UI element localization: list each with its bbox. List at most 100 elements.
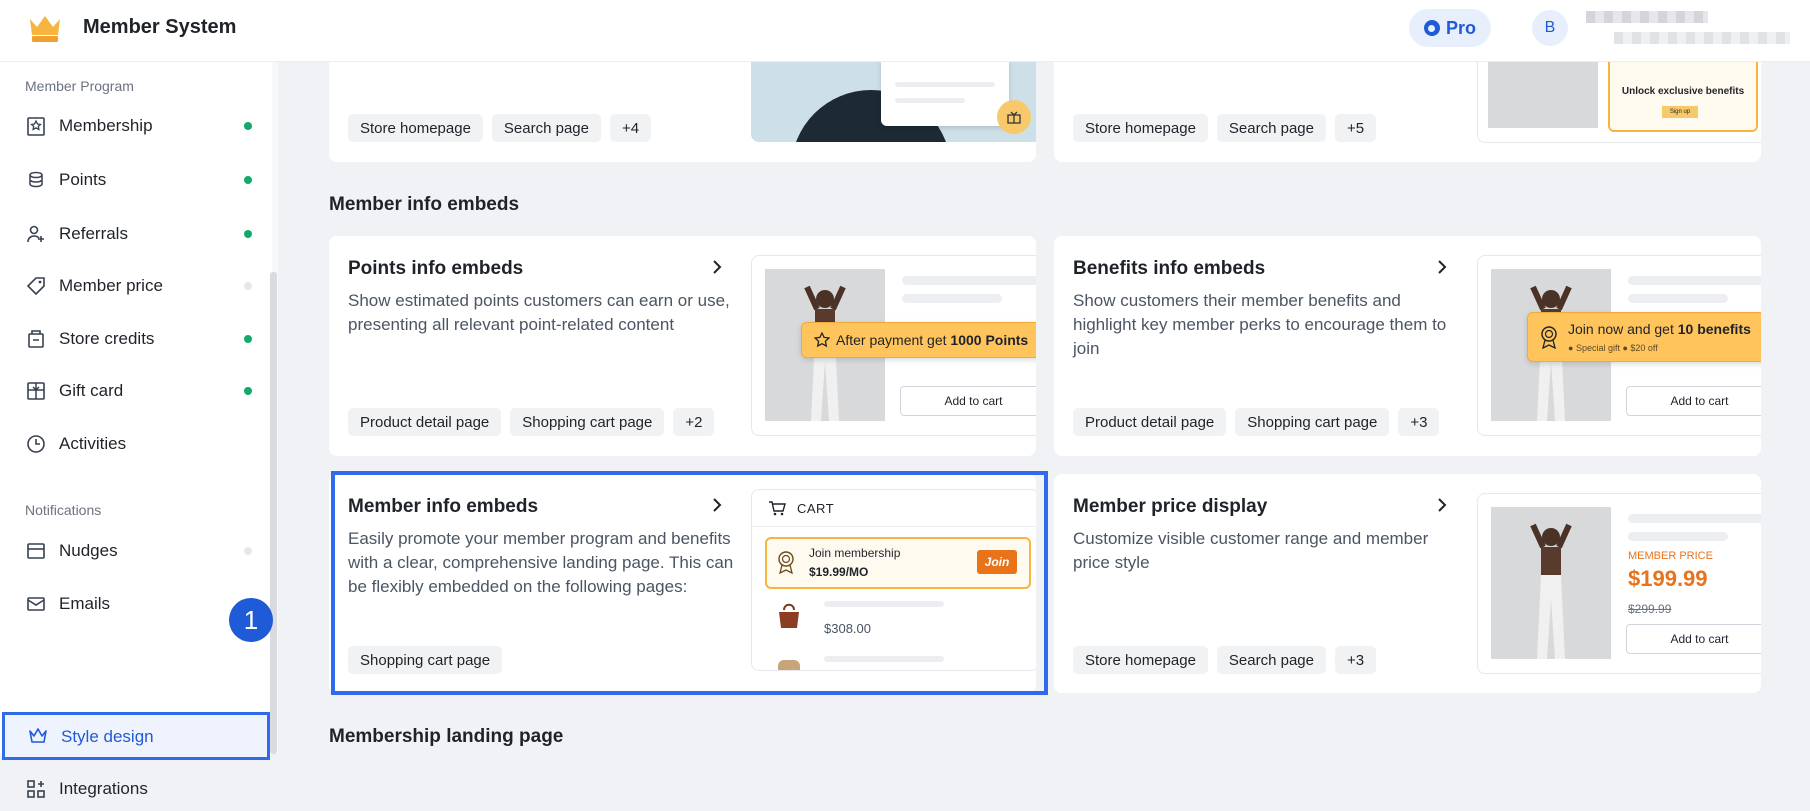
card-member-price-display[interactable]: Member price display Customize visible c… [1054, 474, 1761, 693]
banner-highlight: 10 benefits [1677, 321, 1751, 337]
sidebar-item-label: Points [59, 170, 107, 189]
add-to-cart-button: Add to cart [900, 386, 1036, 416]
banner-headline: Join now and get 10 benefits [1568, 321, 1751, 337]
original-price: $299.99 [1628, 602, 1672, 616]
pro-plan-badge[interactable]: Pro [1409, 9, 1491, 47]
top-card-left-preview [751, 62, 1036, 142]
tag: +5 [1335, 114, 1377, 142]
top-bar: Member System Pro B [0, 0, 1810, 62]
status-dot [244, 387, 252, 395]
crown-logo-icon [30, 16, 60, 42]
sidebar-item-referrals[interactable]: Referrals [0, 212, 270, 256]
card-tags: Product detail page Shopping cart page +… [1073, 408, 1440, 436]
placeholder-bar [1628, 532, 1728, 541]
placeholder-bar [1628, 514, 1761, 523]
placeholder-bar [895, 82, 995, 87]
card-title: Benefits info embeds [1073, 258, 1266, 279]
sidebar-section-member-program: Member Program [25, 78, 134, 94]
sidebar-panel: Member Program Membership Points Referra… [0, 62, 272, 798]
sign-up-button: Sign up [1662, 106, 1698, 118]
sidebar-item-activities[interactable]: Activities [0, 422, 270, 466]
card-title: Points info embeds [348, 258, 524, 279]
top-card-right-preview: Unlock exclusive benefits Sign up [1477, 62, 1761, 143]
user-email-redacted [1614, 32, 1790, 44]
sidebar-item-membership[interactable]: Membership [0, 104, 270, 148]
tag-icon [26, 277, 45, 296]
tag: +4 [610, 114, 652, 142]
membership-icon [27, 117, 45, 136]
top-card-left[interactable]: Store homepage Search page +4 [329, 62, 1036, 162]
status-dot [244, 282, 252, 290]
sidebar-item-label: Gift card [59, 381, 124, 400]
card-description: Customize visible customer range and mem… [1073, 529, 1429, 572]
sidebar-scrollbar[interactable] [270, 272, 277, 754]
unlock-popup-text: Unlock exclusive benefits [1621, 86, 1745, 97]
status-dot [244, 547, 252, 555]
tag: +2 [673, 408, 715, 436]
add-to-cart-button: Add to cart [1626, 624, 1761, 654]
pro-icon [1423, 20, 1440, 36]
sidebar-item-points[interactable]: Points [0, 158, 270, 202]
card-title: Member price display [1073, 496, 1268, 517]
section-title-landing-page: Membership landing page [329, 726, 564, 747]
sidebar-item-style-design[interactable]: Style design [2, 712, 270, 760]
placeholder-bar [902, 276, 1036, 285]
sidebar-item-member-price[interactable]: Member price [0, 264, 270, 308]
sidebar-item-label: Emails [59, 594, 111, 613]
wallet-icon [28, 330, 44, 348]
placeholder-bar [895, 98, 965, 103]
coins-icon [29, 171, 43, 188]
status-dot [244, 230, 252, 238]
sidebar-section-notifications: Notifications [25, 502, 102, 518]
section-title-member-info: Member info embeds [329, 194, 520, 215]
points-banner: After payment get 1000 Points [801, 322, 1036, 358]
card-preview: MEMBER PRICE $199.99 $299.99 Add to cart [1477, 493, 1761, 674]
user-avatar[interactable]: B [1532, 10, 1568, 46]
pro-label: Pro [1445, 17, 1476, 38]
gift-card-icon [27, 382, 45, 400]
status-dot [244, 122, 252, 130]
product-photo [1491, 507, 1611, 659]
banner-sub-discount: $20 off [1630, 343, 1658, 353]
sidebar-item-integrations[interactable]: Integrations [0, 767, 270, 811]
tag: +3 [1335, 646, 1377, 674]
sidebar-item-label: Style design [61, 727, 154, 746]
placeholder-bar [902, 294, 1002, 303]
member-price: $199.99 [1628, 566, 1708, 591]
tag: Search page [1216, 646, 1326, 674]
tag: Store homepage [348, 114, 483, 142]
card-description: Show customers their member benefits and… [1073, 291, 1447, 358]
banner-subline: ● Special gift ● $20 off [1568, 343, 1658, 353]
user-name-redacted [1586, 11, 1708, 23]
card-benefits-info-embeds[interactable]: Benefits info embeds Show customers thei… [1054, 236, 1761, 456]
app-title: Member System [83, 16, 237, 38]
tag: Shopping cart page [1235, 408, 1390, 436]
award-icon [1541, 326, 1557, 349]
nudge-icon [27, 543, 45, 559]
placeholder-bar [1628, 276, 1761, 285]
banner-sub-gift: Special gift [1575, 343, 1620, 353]
sidebar-item-label: Store credits [59, 329, 155, 348]
clock-icon [27, 435, 45, 453]
top-card-right[interactable]: Store homepage Search page +5 Unlock exc… [1054, 62, 1761, 162]
card-points-info-embeds[interactable]: Points info embeds Show estimated points… [329, 236, 1036, 456]
star-icon [814, 332, 830, 348]
sidebar-item-store-credits[interactable]: Store credits [0, 317, 270, 361]
tag: Search page [1216, 114, 1326, 142]
sidebar-item-label: Member price [59, 276, 163, 295]
sidebar: Member Program Membership Points Referra… [0, 62, 278, 798]
sidebar-item-label: Nudges [59, 541, 118, 560]
benefits-banner: Join now and get 10 benefits ● Special g… [1527, 312, 1761, 362]
referral-icon [27, 225, 44, 243]
tag: +3 [1398, 408, 1440, 436]
sidebar-item-label: Integrations [59, 779, 148, 798]
sidebar-item-nudges[interactable]: Nudges [0, 529, 270, 573]
chevron-right-icon[interactable] [1435, 258, 1449, 276]
sidebar-item-gift-card[interactable]: Gift card [0, 369, 270, 413]
chevron-right-icon[interactable] [710, 258, 724, 276]
selection-highlight [331, 471, 1048, 695]
banner-highlight: 1000 Points [950, 332, 1029, 348]
member-price-label: MEMBER PRICE [1628, 550, 1713, 562]
chevron-right-icon[interactable] [1435, 496, 1449, 514]
tag: Product detail page [1073, 408, 1227, 436]
